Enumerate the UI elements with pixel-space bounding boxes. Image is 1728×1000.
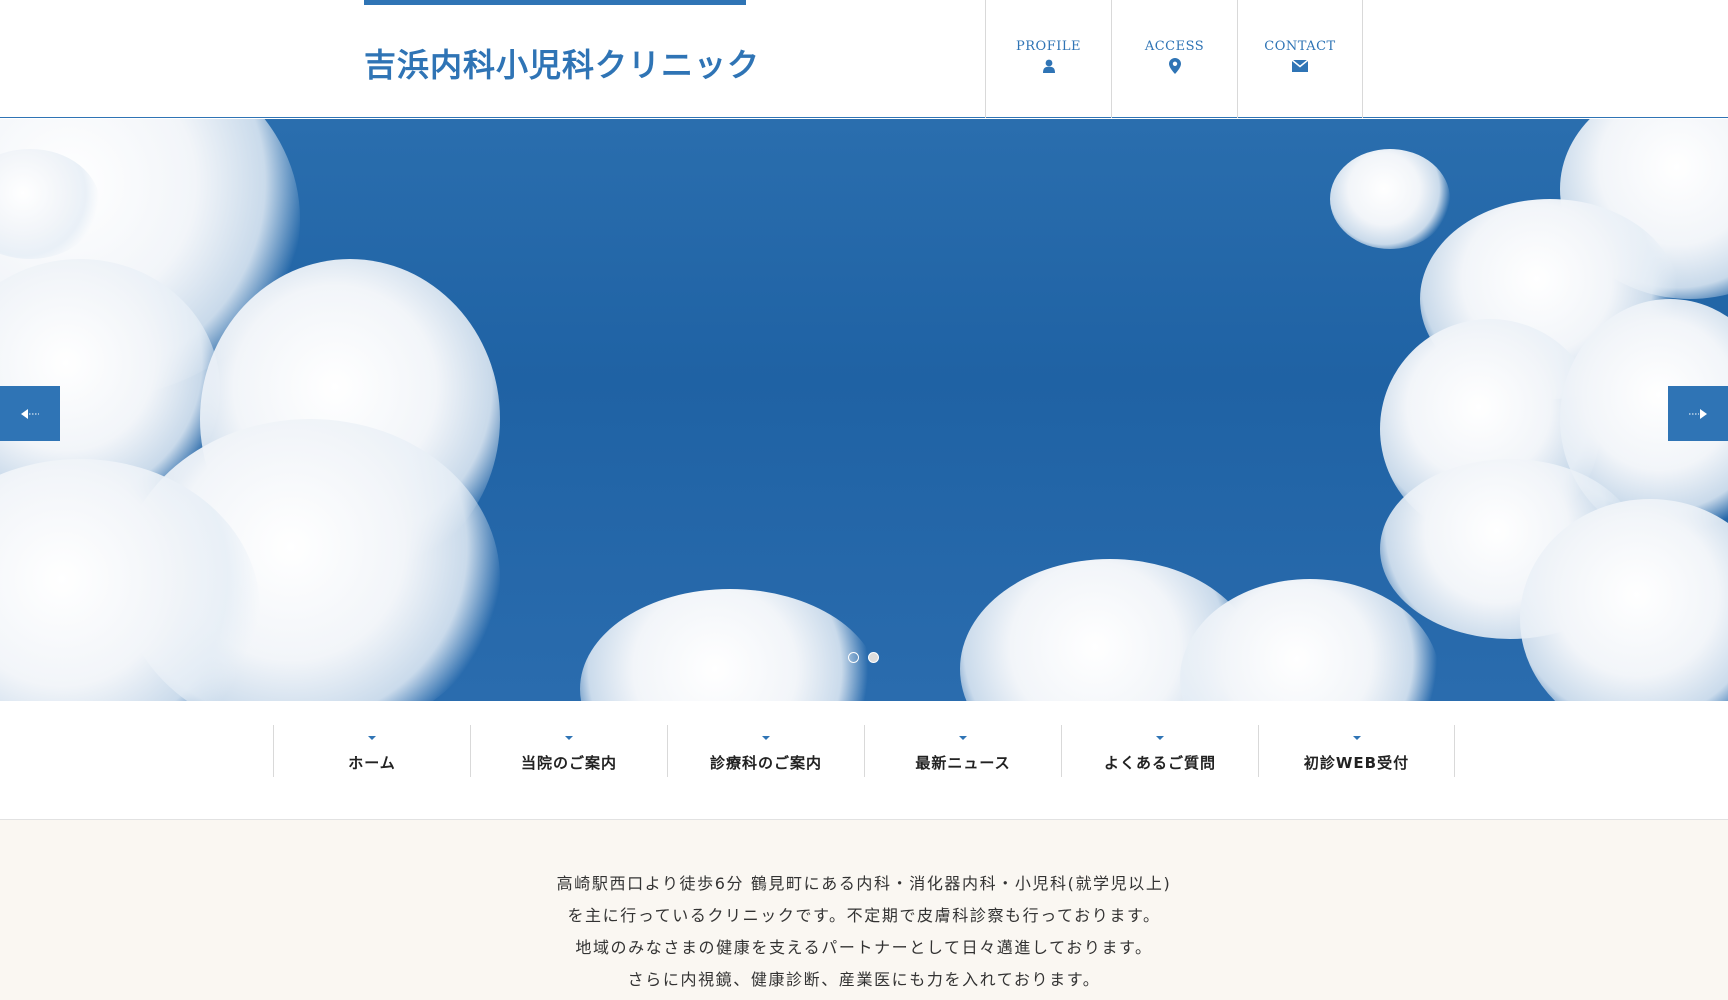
main-nav-faq[interactable]: よくあるご質問 [1061, 725, 1258, 777]
main-nav-about[interactable]: 当院のご案内 [470, 725, 667, 777]
caret-down-icon [368, 736, 376, 740]
slider-dot-1[interactable] [848, 652, 859, 663]
top-nav-contact[interactable]: CONTACT [1237, 0, 1363, 118]
top-nav-profile[interactable]: PROFILE [985, 0, 1111, 118]
caret-down-icon [1352, 736, 1361, 740]
top-nav-access[interactable]: ACCESS [1111, 0, 1237, 118]
main-nav-web-reception-label: 初診WEB受付 [1303, 754, 1410, 772]
main-nav-web-reception[interactable]: 初診WEB受付 [1258, 725, 1455, 777]
intro-line: を主に行っているクリニックです。不定期で皮膚科診察も行っております。 [567, 906, 1161, 925]
site-title[interactable]: 吉浜内科小児科クリニック [364, 40, 760, 86]
top-nav: PROFILE ACCESS CONTACT [985, 0, 1363, 118]
caret-down-icon [959, 736, 967, 740]
arrow-right-icon [1689, 404, 1707, 423]
main-nav-about-label: 当院のご案内 [520, 754, 617, 772]
intro-section: 高崎駅西口より徒歩6分 鶴見町にある内科・消化器内科・小児科(就学児以上) を主… [0, 820, 1728, 1000]
main-nav-news-label: 最新ニュース [915, 754, 1011, 772]
caret-down-icon [565, 736, 573, 740]
brand-accent-bar [364, 0, 746, 5]
top-nav-contact-label: CONTACT [1264, 38, 1336, 54]
main-nav-faq-label: よくあるご質問 [1103, 754, 1216, 772]
main-nav: ホーム 当院のご案内 診療科のご案内 最新ニュース よくあるご質問 初診WEB受… [0, 701, 1728, 820]
slider-pagination [848, 652, 879, 663]
intro-line: 地域のみなさまの健康を支えるパートナーとして日々邁進しております。 [575, 938, 1153, 957]
slider-dot-2[interactable] [868, 652, 879, 663]
slider-prev-button[interactable] [0, 386, 60, 441]
top-nav-profile-label: PROFILE [1016, 38, 1081, 54]
main-nav-departments-label: 診療科のご案内 [709, 754, 822, 772]
main-nav-news[interactable]: 最新ニュース [864, 725, 1061, 777]
hero-slider [0, 119, 1728, 701]
caret-down-icon [762, 736, 770, 740]
arrow-left-icon [21, 404, 39, 423]
caret-down-icon [1156, 736, 1164, 740]
main-nav-departments[interactable]: 診療科のご案内 [667, 725, 864, 777]
user-icon [1041, 58, 1057, 74]
intro-line: さらに内視鏡、健康診断、産業医にも力を入れております。 [627, 970, 1101, 989]
slider-next-button[interactable] [1668, 386, 1728, 441]
intro-text: 高崎駅西口より徒歩6分 鶴見町にある内科・消化器内科・小児科(就学児以上) を主… [0, 868, 1728, 996]
intro-line: 高崎駅西口より徒歩6分 鶴見町にある内科・消化器内科・小児科(就学児以上) [556, 874, 1172, 893]
envelope-icon [1292, 58, 1308, 74]
site-header: 吉浜内科小児科クリニック PROFILE ACCESS CONTACT [0, 0, 1728, 118]
main-nav-home[interactable]: ホーム [273, 725, 470, 777]
top-nav-access-label: ACCESS [1144, 38, 1205, 54]
main-nav-home-label: ホーム [348, 754, 396, 772]
map-pin-icon [1167, 57, 1183, 74]
